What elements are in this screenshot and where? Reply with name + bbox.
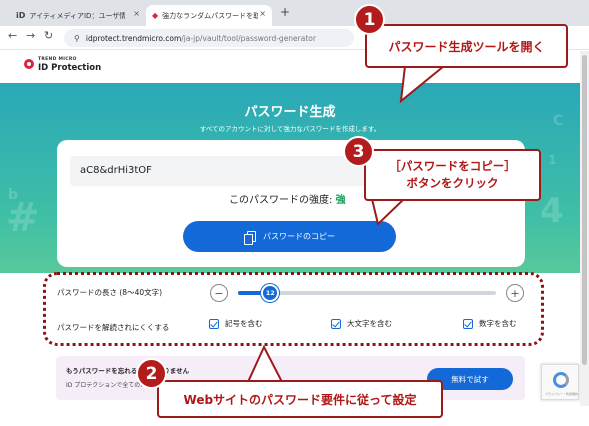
- forward-arrow-icon[interactable]: →: [26, 29, 35, 42]
- tab-password-generator[interactable]: ◆ 強力なランダムパスワードを取得 | ID Protection ×: [146, 5, 272, 26]
- reload-icon[interactable]: ↻: [44, 29, 53, 42]
- url-host: idprotect.trendmicro.com: [85, 33, 182, 43]
- close-tab-icon[interactable]: ×: [259, 9, 266, 18]
- callout-configure-requirements: Webサイトのパスワード要件に従って設定: [157, 380, 443, 418]
- browser-tab-strip: iD アイティメディアID：ユーザ情報登録 × ◆ 強力なランダムパスワードを取…: [0, 0, 589, 26]
- callout-number-1: 1: [354, 4, 385, 35]
- generated-password: aC8&drHi3tOF: [80, 165, 152, 176]
- itmedia-id-icon: iD: [16, 11, 26, 20]
- callout-click-copy: ［パスワードをコピー］ ボタンをクリック: [364, 149, 541, 201]
- url-path: /ja-jp/vault/tool/password-generator: [181, 33, 316, 43]
- promo-heading: もうパスワードを忘れることはありません: [66, 367, 190, 375]
- strength-label: このパスワードの強度:: [229, 195, 333, 206]
- tab-title: アイティメディアID：ユーザ情報登録: [29, 11, 126, 20]
- recaptcha-icon: [553, 372, 569, 388]
- screenshot-root: iD アイティメディアID：ユーザ情報登録 × ◆ 強力なランダムパスワードを取…: [0, 0, 589, 426]
- scrollbar-thumb[interactable]: [582, 55, 587, 365]
- back-arrow-icon[interactable]: ←: [8, 29, 17, 42]
- new-tab-button[interactable]: +: [280, 5, 290, 19]
- decor-char: b: [8, 187, 19, 203]
- trend-micro-logo-icon: [24, 59, 34, 69]
- copy-button-label: パスワードのコピー: [263, 232, 335, 241]
- logo-brand-text: TREND MICRO: [38, 57, 77, 62]
- close-tab-icon[interactable]: ×: [133, 9, 140, 18]
- tab-title: 強力なランダムパスワードを取得 | ID Protection: [162, 11, 259, 20]
- recaptcha-badge[interactable]: プライバシー・利用規約: [541, 364, 579, 400]
- settings-highlight-frame: [43, 272, 544, 346]
- copy-icon: [244, 230, 256, 245]
- trend-shield-icon: ◆: [152, 11, 159, 20]
- decor-char: 1: [548, 153, 557, 167]
- page-scrollbar[interactable]: [580, 51, 589, 406]
- page-subtitle: すべてのアカウントに対して強力なパスワードを作成します。: [199, 125, 381, 133]
- callout-3-line2: ボタンをクリック: [406, 176, 499, 190]
- password-strength: このパスワードの強度: 強: [229, 191, 346, 206]
- site-info-icon[interactable]: ⚲: [74, 34, 80, 43]
- logo-product-text[interactable]: ID Protection: [38, 63, 101, 73]
- page-title: パスワード生成: [244, 105, 336, 120]
- strength-value: 強: [335, 195, 346, 206]
- copy-password-button[interactable]: パスワードのコピー: [183, 221, 396, 252]
- callout-number-3: 3: [343, 136, 374, 167]
- callout-number-2: 2: [136, 358, 167, 389]
- recaptcha-text: プライバシー・利用規約: [545, 392, 578, 396]
- address-bar[interactable]: ⚲ idprotect.trendmicro.com/ja-jp/vault/t…: [64, 29, 354, 47]
- callout-3-line1: ［パスワードをコピー］: [389, 159, 516, 173]
- tab-itmedia-registration[interactable]: iD アイティメディアID：ユーザ情報登録 ×: [10, 5, 146, 26]
- decor-char: 4: [540, 191, 564, 231]
- callout-open-tool: パスワード生成ツールを開く: [365, 24, 568, 68]
